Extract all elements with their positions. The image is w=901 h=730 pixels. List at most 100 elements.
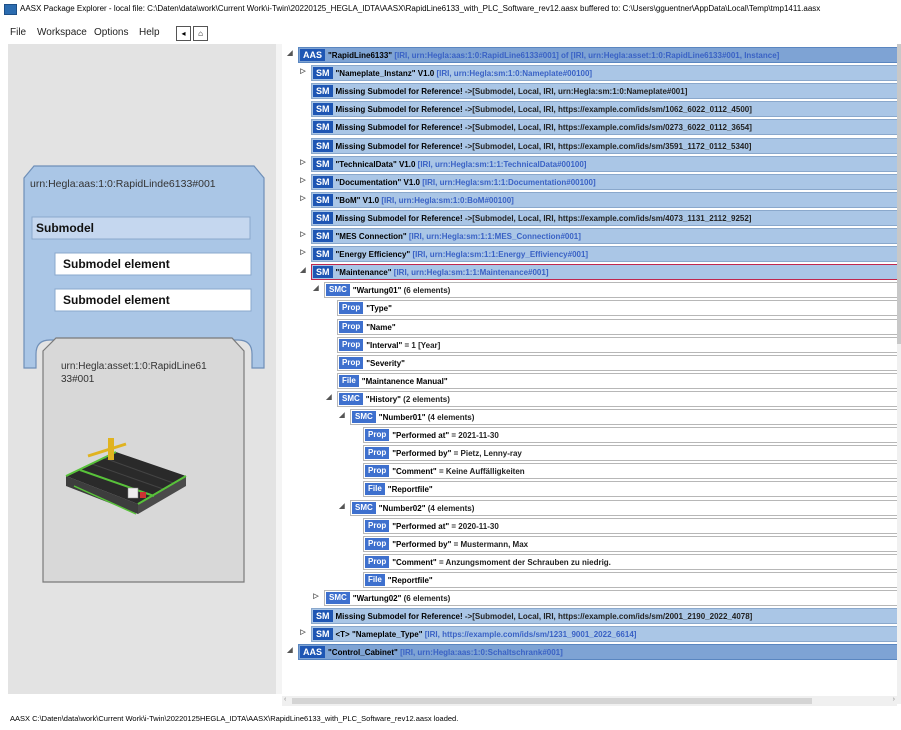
tree-node[interactable]: File "Reportfile" <box>363 481 897 498</box>
tree-node[interactable]: Prop "Performed at" = 2021-11-30 <box>363 427 897 444</box>
tree-node[interactable]: Prop "Performed by" = Pietz, Lenny-ray <box>363 445 897 462</box>
tree-row[interactable]: Prop "Performed at" = 2020-11-30 <box>282 517 897 534</box>
collapse-arrow-icon[interactable]: ◢ <box>285 46 295 62</box>
tree-node[interactable]: AAS "Control_Cabinet" [IRI, urn:Hegla:aas… <box>298 644 897 661</box>
home-icon[interactable]: ⌂ <box>193 26 208 41</box>
tree-node[interactable]: File "Reportfile" <box>363 571 897 588</box>
tree-row[interactable]: Prop "Performed at" = 2021-11-30 <box>282 426 897 444</box>
tree-node[interactable]: SM "Documentation" V1.0 [IRI, urn:Hegla:s… <box>311 173 897 190</box>
tree-node[interactable]: SM "Energy Efficiency" [IRI, urn:Hegla:sm… <box>311 246 897 263</box>
tree-row[interactable]: File "Maintanence Manual" <box>282 372 897 389</box>
tree-row[interactable]: File "Reportfile" <box>282 480 897 498</box>
tree-row[interactable]: ◢ SM "Maintenance" [IRI, urn:Hegla:sm:1:1:… <box>282 263 897 281</box>
tree-node[interactable]: Prop "Severity" <box>337 354 897 371</box>
expand-arrow-icon[interactable]: ▷ <box>298 245 308 261</box>
tree-node[interactable]: Prop "Name" <box>337 318 897 335</box>
aas-tree-view[interactable]: ◢ AAS "RapidLine6133" [IRI, urn:Hegla:aas:… <box>282 44 897 704</box>
tree-row[interactable]: ◢ SMC "Number01" (4 elements) <box>282 408 897 425</box>
tree-row[interactable]: ▷ SMC "Wartung02" (6 elements) <box>282 589 897 606</box>
expand-arrow-icon[interactable]: ▷ <box>298 155 308 171</box>
tree-row[interactable]: Prop "Performed by" = Mustermann, Max <box>282 535 897 552</box>
tree-row[interactable]: SM Missing Submodel for Reference! ->[Sub… <box>282 607 897 625</box>
tree-node-name: "Energy Efficiency" <box>335 250 411 260</box>
tree-row[interactable]: SM Missing Submodel for Reference! ->[Sub… <box>282 82 897 100</box>
tree-row[interactable]: ▷ SM "BoM" V1.0 [IRI, urn:Hegla:sm:1:0:BoM… <box>282 191 897 208</box>
tree-node-info: [IRI, urn:Hegla:aas:1:0:RapidLine6133#00… <box>394 51 780 60</box>
tree-node[interactable]: SMC "Number01" (4 elements) <box>350 409 897 425</box>
tree-row[interactable]: Prop "Comment" = Anzungsmoment der Schrau… <box>282 553 897 570</box>
tree-node[interactable]: Prop "Performed by" = Mustermann, Max <box>363 535 897 552</box>
back-icon[interactable]: ◂ <box>176 26 191 41</box>
tree-row[interactable]: ▷ SM "Nameplate_Instanz" V1.0 [IRI, urn:He… <box>282 64 897 82</box>
tree-node[interactable]: Prop "Performed at" = 2020-11-30 <box>363 517 897 534</box>
collapse-arrow-icon[interactable]: ◢ <box>311 281 321 297</box>
collapse-arrow-icon[interactable]: ◢ <box>298 263 308 279</box>
tree-node[interactable]: SMC "History" (2 elements) <box>337 390 897 407</box>
tree-row[interactable]: File "Reportfile" <box>282 571 897 588</box>
collapse-arrow-icon[interactable]: ◢ <box>324 390 334 406</box>
tree-row[interactable]: SM Missing Submodel for Reference! ->[Sub… <box>282 100 897 118</box>
expand-arrow-icon[interactable]: ▷ <box>298 173 308 189</box>
tree-node[interactable]: SMC "Wartung01" (6 elements) <box>324 282 897 299</box>
expand-arrow-icon[interactable]: ▷ <box>298 227 308 243</box>
tree-node[interactable]: SM "BoM" V1.0 [IRI, urn:Hegla:sm:1:0:BoM#… <box>311 191 897 208</box>
tree-node-info: ->[Submodel, Local, IRI, https://example… <box>464 612 753 622</box>
horizontal-scrollbar[interactable]: ‹ › <box>282 696 897 706</box>
scroll-right-arrow-icon[interactable]: › <box>893 696 895 703</box>
tree-node[interactable]: SM Missing Submodel for Reference! ->[Sub… <box>311 83 897 100</box>
tree-node[interactable]: SM Missing Submodel for Reference! ->[Sub… <box>311 608 897 625</box>
tree-node[interactable]: AAS "RapidLine6133" [IRI, urn:Hegla:aas:1… <box>298 47 897 63</box>
tree-row[interactable]: ▷ SM "Documentation" V1.0 [IRI, urn:Hegla:… <box>282 173 897 190</box>
tree-node[interactable]: SM "TechnicalData" V1.0 [IRI, urn:Hegla:s… <box>311 155 897 172</box>
tree-row[interactable]: Prop "Comment" = Keine Auffälligkeiten <box>282 462 897 480</box>
tree-row[interactable]: ▷ SM <T> "Nameplate_Type" [IRI, https://ex… <box>282 625 897 643</box>
tree-node[interactable]: Prop "Comment" = Keine Auffälligkeiten <box>363 463 897 480</box>
tree-row[interactable]: ◢ SMC "History" (2 elements) <box>282 390 897 407</box>
tree-row[interactable]: ◢ SMC "Number02" (4 elements) <box>282 499 897 516</box>
tree-node[interactable]: Prop "Type" <box>337 300 897 317</box>
tree-row[interactable]: SM Missing Submodel for Reference! ->[Sub… <box>282 118 897 136</box>
tree-node[interactable]: Prop "Interval" = 1 [Year] <box>337 336 897 353</box>
tree-node[interactable]: Prop "Comment" = Anzungsmoment der Schrau… <box>363 553 897 570</box>
tree-node[interactable]: SM "Maintenance" [IRI, urn:Hegla:sm:1:1:M… <box>311 264 897 281</box>
tree-row[interactable]: Prop "Type" <box>282 299 897 317</box>
tree-row[interactable]: Prop "Performed by" = Pietz, Lenny-ray <box>282 444 897 462</box>
collapse-arrow-icon[interactable]: ◢ <box>337 408 347 424</box>
tree-row[interactable]: Prop "Severity" <box>282 354 897 371</box>
vertical-scrollbar-thumb[interactable] <box>897 44 901 344</box>
tree-node[interactable]: SM Missing Submodel for Reference! ->[Sub… <box>311 209 897 226</box>
tree-row[interactable]: ◢ AAS "Control_Cabinet" [IRI, urn:Hegla:aa… <box>282 643 897 661</box>
tree-node-name: "Maintanence Manual" <box>361 376 448 386</box>
tree-row[interactable]: ◢ SMC "Wartung01" (6 elements) <box>282 281 897 299</box>
expand-arrow-icon[interactable]: ▷ <box>298 625 308 641</box>
expand-arrow-icon[interactable]: ▷ <box>311 589 321 605</box>
tree-node[interactable]: SMC "Number02" (4 elements) <box>350 499 897 516</box>
tree-row[interactable]: ▷ SM "MES Connection" [IRI, urn:Hegla:sm:1… <box>282 227 897 244</box>
scroll-left-arrow-icon[interactable]: ‹ <box>284 696 286 703</box>
tree-node[interactable]: SM "MES Connection" [IRI, urn:Hegla:sm:1:… <box>311 228 897 244</box>
menu-options[interactable]: Options <box>94 27 128 38</box>
tree-row[interactable]: SM Missing Submodel for Reference! ->[Sub… <box>282 209 897 226</box>
collapse-arrow-icon[interactable]: ◢ <box>285 643 295 659</box>
tree-node[interactable]: SM "Nameplate_Instanz" V1.0 [IRI, urn:Heg… <box>311 65 897 82</box>
expand-arrow-icon[interactable]: ▷ <box>298 64 308 80</box>
tree-node[interactable]: File "Maintanence Manual" <box>337 372 897 389</box>
tree-node[interactable]: SMC "Wartung02" (6 elements) <box>324 590 897 606</box>
tree-row[interactable]: Prop "Interval" = 1 [Year] <box>282 336 897 353</box>
tree-row[interactable]: ▷ SM "Energy Efficiency" [IRI, urn:Hegla:s… <box>282 245 897 263</box>
tree-row[interactable]: SM Missing Submodel for Reference! ->[Sub… <box>282 137 897 154</box>
menu-file[interactable]: File <box>10 27 26 38</box>
collapse-arrow-icon[interactable]: ◢ <box>337 499 347 515</box>
horizontal-scrollbar-thumb[interactable] <box>292 698 812 704</box>
menu-help[interactable]: Help <box>139 27 160 38</box>
tree-node[interactable]: SM Missing Submodel for Reference! ->[Sub… <box>311 101 897 118</box>
tree-node[interactable]: SM <T> "Nameplate_Type" [IRI, https://exa… <box>311 626 897 643</box>
vertical-scrollbar[interactable] <box>897 44 901 704</box>
tree-node[interactable]: SM Missing Submodel for Reference! ->[Sub… <box>311 119 897 136</box>
menu-workspace[interactable]: Workspace <box>37 27 87 38</box>
tree-row[interactable]: ◢ AAS "RapidLine6133" [IRI, urn:Hegla:aas:… <box>282 46 897 63</box>
expand-arrow-icon[interactable]: ▷ <box>298 191 308 207</box>
tree-row[interactable]: Prop "Name" <box>282 318 897 335</box>
tree-row[interactable]: ▷ SM "TechnicalData" V1.0 [IRI, urn:Hegla:… <box>282 155 897 172</box>
tree-node[interactable]: SM Missing Submodel for Reference! ->[Sub… <box>311 137 897 154</box>
